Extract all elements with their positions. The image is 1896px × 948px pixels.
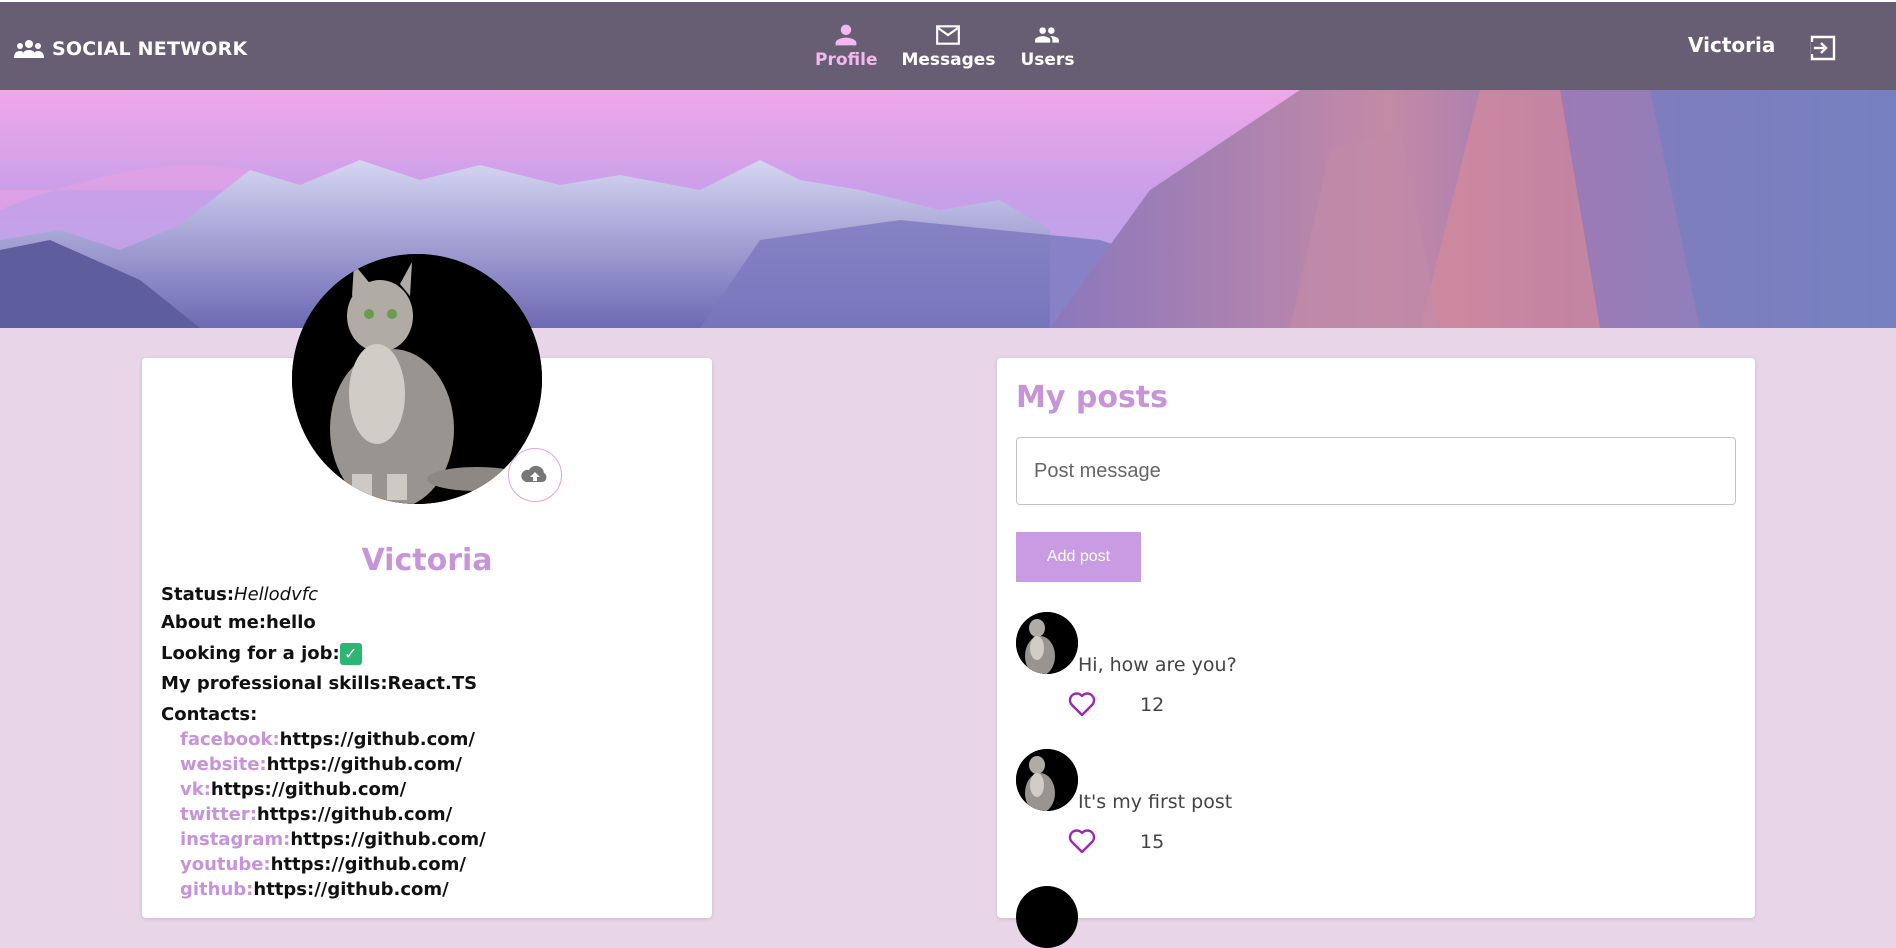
contact-link[interactable]: https://github.com/ <box>271 854 466 875</box>
brand-title: SOCIAL NETWORK <box>52 38 248 60</box>
nav-profile[interactable]: Profile <box>815 22 877 70</box>
logout-icon[interactable] <box>1808 33 1838 63</box>
post-text: It's my first post <box>1078 791 1233 813</box>
contact-link[interactable]: https://github.com/ <box>290 829 485 850</box>
contact-key: vk: <box>180 779 211 800</box>
nav-messages-label: Messages <box>901 50 996 70</box>
post-avatar <box>1016 886 1078 948</box>
brand[interactable]: SOCIAL NETWORK <box>14 38 247 60</box>
contact-key: facebook: <box>180 729 280 750</box>
contacts-label: Contacts: <box>161 704 258 725</box>
add-post-button[interactable]: Add post <box>1016 532 1141 582</box>
contact-link[interactable]: https://github.com/ <box>257 804 452 825</box>
status-label: Status: <box>161 584 235 605</box>
contact-website: website:https://github.com/ <box>180 752 486 777</box>
post-text: Hi, how are you? <box>1078 654 1237 676</box>
nav-users[interactable]: Users <box>1019 22 1075 70</box>
contact-key: instagram: <box>180 829 291 850</box>
contacts-heading: Contacts: <box>161 704 486 725</box>
contact-key: twitter: <box>180 804 257 825</box>
current-user-name[interactable]: Victoria <box>1688 33 1775 57</box>
app-header: SOCIAL NETWORK Profile Messages Users Vi… <box>0 2 1896 90</box>
skills-row: My professional skills:React.TS <box>161 673 486 694</box>
profile-info: Status:Hellodvfc About me:hello Looking … <box>161 584 486 902</box>
profile-name: Victoria <box>361 543 493 578</box>
nav-users-label: Users <box>1020 50 1075 70</box>
contact-link[interactable]: https://github.com/ <box>267 754 462 775</box>
contact-github: github:https://github.com/ <box>180 877 486 902</box>
cloud-upload-icon <box>521 465 547 482</box>
person-icon <box>835 24 857 46</box>
contact-facebook: facebook:https://github.com/ <box>180 727 486 752</box>
upload-photo-button[interactable] <box>508 448 562 502</box>
cat-thumbnail <box>1016 612 1078 674</box>
mail-icon <box>936 25 961 45</box>
post-avatar <box>1016 749 1078 811</box>
job-row: Looking for a job: ✓ <box>161 643 486 665</box>
mountain-banner-image <box>0 90 1896 328</box>
post-avatar <box>1016 612 1078 674</box>
contact-link[interactable]: https://github.com/ <box>211 779 406 800</box>
contact-youtube: youtube:https://github.com/ <box>180 852 486 877</box>
contact-key: youtube: <box>180 854 271 875</box>
skills-value: React.TS <box>387 673 478 694</box>
main-nav: Profile Messages Users <box>815 22 1075 70</box>
profile-banner <box>0 90 1896 328</box>
skills-label: My professional skills: <box>161 673 388 694</box>
profile-avatar <box>292 254 542 504</box>
contact-vk: vk:https://github.com/ <box>180 777 486 802</box>
heart-icon[interactable] <box>1068 691 1096 717</box>
like-count: 12 <box>1140 694 1165 716</box>
heart-icon[interactable] <box>1068 828 1096 854</box>
contact-twitter: twitter:https://github.com/ <box>180 802 486 827</box>
group-icon <box>14 40 44 58</box>
contact-instagram: instagram:https://github.com/ <box>180 827 486 852</box>
users-icon <box>1035 27 1060 43</box>
cat-photo <box>292 254 542 504</box>
checkmark-icon: ✓ <box>339 643 362 665</box>
post-message-input[interactable] <box>1016 437 1736 505</box>
contact-key: website: <box>180 754 267 775</box>
about-label: About me: <box>161 612 267 633</box>
job-label: Looking for a job: <box>161 643 340 664</box>
status-value[interactable]: Hellodvfc <box>234 584 318 605</box>
like-count: 15 <box>1140 831 1165 853</box>
about-value: hello <box>266 612 316 633</box>
contact-link[interactable]: https://github.com/ <box>280 729 475 750</box>
contacts-list: facebook:https://github.com/ website:htt… <box>180 727 486 902</box>
contact-key: github: <box>180 879 254 900</box>
cat-thumbnail <box>1016 749 1078 811</box>
nav-profile-label: Profile <box>815 50 878 70</box>
about-row: About me:hello <box>161 612 486 633</box>
contact-link[interactable]: https://github.com/ <box>253 879 448 900</box>
status-row: Status:Hellodvfc <box>161 584 486 605</box>
nav-messages[interactable]: Messages <box>901 22 995 70</box>
posts-title: My posts <box>1016 380 1168 415</box>
